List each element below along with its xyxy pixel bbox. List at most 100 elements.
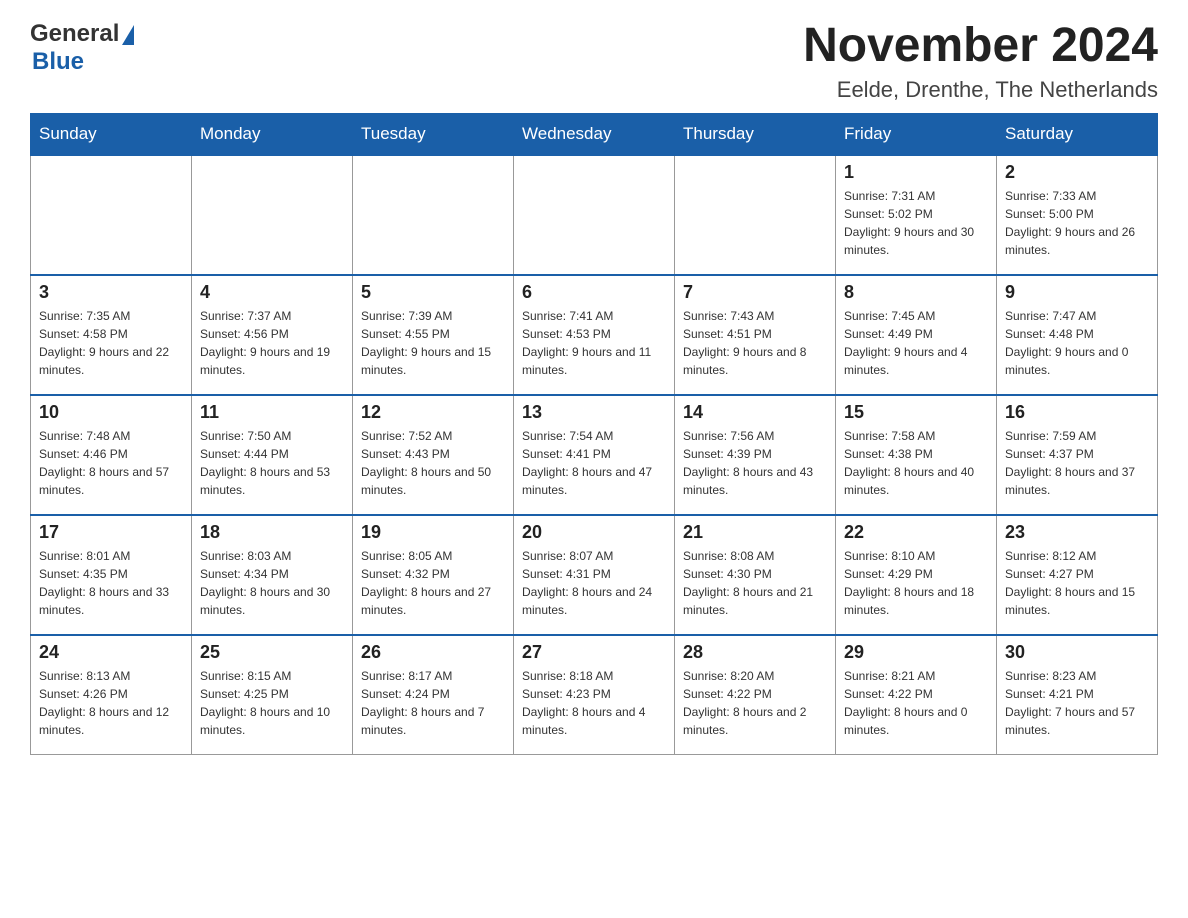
day-number: 18 [200, 522, 344, 543]
day-info: Sunrise: 8:21 AMSunset: 4:22 PMDaylight:… [844, 667, 988, 739]
weekday-header-row: SundayMondayTuesdayWednesdayThursdayFrid… [31, 113, 1158, 155]
day-cell: 26 Sunrise: 8:17 AMSunset: 4:24 PMDayligh… [353, 635, 514, 755]
day-number: 9 [1005, 282, 1149, 303]
day-info: Sunrise: 7:35 AMSunset: 4:58 PMDaylight:… [39, 307, 183, 379]
day-cell [675, 155, 836, 275]
day-cell: 3 Sunrise: 7:35 AMSunset: 4:58 PMDaylight… [31, 275, 192, 395]
week-row-3: 10 Sunrise: 7:48 AMSunset: 4:46 PMDayligh… [31, 395, 1158, 515]
day-cell: 16 Sunrise: 7:59 AMSunset: 4:37 PMDayligh… [997, 395, 1158, 515]
title-section: November 2024 Eelde, Drenthe, The Nether… [803, 20, 1158, 103]
day-cell [514, 155, 675, 275]
day-cell [192, 155, 353, 275]
day-cell: 13 Sunrise: 7:54 AMSunset: 4:41 PMDayligh… [514, 395, 675, 515]
day-number: 22 [844, 522, 988, 543]
day-info: Sunrise: 8:20 AMSunset: 4:22 PMDaylight:… [683, 667, 827, 739]
day-cell: 27 Sunrise: 8:18 AMSunset: 4:23 PMDayligh… [514, 635, 675, 755]
day-cell: 9 Sunrise: 7:47 AMSunset: 4:48 PMDaylight… [997, 275, 1158, 395]
day-cell: 21 Sunrise: 8:08 AMSunset: 4:30 PMDayligh… [675, 515, 836, 635]
day-number: 24 [39, 642, 183, 663]
day-info: Sunrise: 7:50 AMSunset: 4:44 PMDaylight:… [200, 427, 344, 499]
day-cell: 7 Sunrise: 7:43 AMSunset: 4:51 PMDaylight… [675, 275, 836, 395]
day-cell: 5 Sunrise: 7:39 AMSunset: 4:55 PMDaylight… [353, 275, 514, 395]
day-info: Sunrise: 8:23 AMSunset: 4:21 PMDaylight:… [1005, 667, 1149, 739]
day-cell [31, 155, 192, 275]
day-number: 7 [683, 282, 827, 303]
day-number: 14 [683, 402, 827, 423]
day-number: 5 [361, 282, 505, 303]
day-info: Sunrise: 7:59 AMSunset: 4:37 PMDaylight:… [1005, 427, 1149, 499]
day-cell: 8 Sunrise: 7:45 AMSunset: 4:49 PMDaylight… [836, 275, 997, 395]
day-cell: 28 Sunrise: 8:20 AMSunset: 4:22 PMDayligh… [675, 635, 836, 755]
day-info: Sunrise: 7:56 AMSunset: 4:39 PMDaylight:… [683, 427, 827, 499]
day-number: 21 [683, 522, 827, 543]
day-number: 17 [39, 522, 183, 543]
day-number: 19 [361, 522, 505, 543]
weekday-header-wednesday: Wednesday [514, 113, 675, 155]
day-info: Sunrise: 7:37 AMSunset: 4:56 PMDaylight:… [200, 307, 344, 379]
day-info: Sunrise: 7:43 AMSunset: 4:51 PMDaylight:… [683, 307, 827, 379]
day-cell: 15 Sunrise: 7:58 AMSunset: 4:38 PMDayligh… [836, 395, 997, 515]
day-cell: 20Sunrise: 8:07 AMSunset: 4:31 PMDayligh… [514, 515, 675, 635]
day-number: 13 [522, 402, 666, 423]
day-info: Sunrise: 7:58 AMSunset: 4:38 PMDaylight:… [844, 427, 988, 499]
day-cell: 19Sunrise: 8:05 AMSunset: 4:32 PMDayligh… [353, 515, 514, 635]
calendar-title: November 2024 [803, 20, 1158, 73]
day-number: 3 [39, 282, 183, 303]
logo: General Blue [30, 20, 134, 76]
day-cell: 30 Sunrise: 8:23 AMSunset: 4:21 PMDayligh… [997, 635, 1158, 755]
calendar-table: SundayMondayTuesdayWednesdayThursdayFrid… [30, 113, 1158, 756]
day-info: Sunrise: 8:03 AMSunset: 4:34 PMDaylight:… [200, 547, 344, 619]
weekday-header-friday: Friday [836, 113, 997, 155]
day-number: 15 [844, 402, 988, 423]
day-info: Sunrise: 8:13 AMSunset: 4:26 PMDaylight:… [39, 667, 183, 739]
day-number: 8 [844, 282, 988, 303]
weekday-header-monday: Monday [192, 113, 353, 155]
day-number: 26 [361, 642, 505, 663]
day-number: 11 [200, 402, 344, 423]
calendar-subtitle: Eelde, Drenthe, The Netherlands [803, 77, 1158, 103]
day-number: 25 [200, 642, 344, 663]
week-row-4: 17 Sunrise: 8:01 AMSunset: 4:35 PMDayligh… [31, 515, 1158, 635]
weekday-header-thursday: Thursday [675, 113, 836, 155]
day-cell: 29 Sunrise: 8:21 AMSunset: 4:22 PMDayligh… [836, 635, 997, 755]
weekday-header-sunday: Sunday [31, 113, 192, 155]
day-cell: 12Sunrise: 7:52 AMSunset: 4:43 PMDayligh… [353, 395, 514, 515]
week-row-2: 3 Sunrise: 7:35 AMSunset: 4:58 PMDaylight… [31, 275, 1158, 395]
weekday-header-saturday: Saturday [997, 113, 1158, 155]
day-cell: 25Sunrise: 8:15 AMSunset: 4:25 PMDayligh… [192, 635, 353, 755]
day-number: 29 [844, 642, 988, 663]
day-cell [353, 155, 514, 275]
day-cell: 1 Sunrise: 7:31 AMSunset: 5:02 PMDaylight… [836, 155, 997, 275]
day-info: Sunrise: 7:39 AMSunset: 4:55 PMDaylight:… [361, 307, 505, 379]
day-info: Sunrise: 8:18 AMSunset: 4:23 PMDaylight:… [522, 667, 666, 739]
day-number: 27 [522, 642, 666, 663]
day-cell: 24 Sunrise: 8:13 AMSunset: 4:26 PMDayligh… [31, 635, 192, 755]
day-cell: 14 Sunrise: 7:56 AMSunset: 4:39 PMDayligh… [675, 395, 836, 515]
day-number: 16 [1005, 402, 1149, 423]
weekday-header-tuesday: Tuesday [353, 113, 514, 155]
day-info: Sunrise: 7:45 AMSunset: 4:49 PMDaylight:… [844, 307, 988, 379]
day-number: 1 [844, 162, 988, 183]
day-number: 30 [1005, 642, 1149, 663]
day-info: Sunrise: 7:54 AMSunset: 4:41 PMDaylight:… [522, 427, 666, 499]
day-cell: 18 Sunrise: 8:03 AMSunset: 4:34 PMDayligh… [192, 515, 353, 635]
day-cell: 4Sunrise: 7:37 AMSunset: 4:56 PMDaylight… [192, 275, 353, 395]
day-info: Sunrise: 8:17 AMSunset: 4:24 PMDaylight:… [361, 667, 505, 739]
week-row-1: 1 Sunrise: 7:31 AMSunset: 5:02 PMDaylight… [31, 155, 1158, 275]
day-number: 10 [39, 402, 183, 423]
day-info: Sunrise: 8:01 AMSunset: 4:35 PMDaylight:… [39, 547, 183, 619]
day-number: 2 [1005, 162, 1149, 183]
week-row-5: 24 Sunrise: 8:13 AMSunset: 4:26 PMDayligh… [31, 635, 1158, 755]
page-header: General Blue November 2024 Eelde, Drenth… [30, 20, 1158, 103]
day-cell: 2Sunrise: 7:33 AMSunset: 5:00 PMDaylight… [997, 155, 1158, 275]
day-info: Sunrise: 7:31 AMSunset: 5:02 PMDaylight:… [844, 187, 988, 259]
day-number: 23 [1005, 522, 1149, 543]
day-info: Sunrise: 7:52 AMSunset: 4:43 PMDaylight:… [361, 427, 505, 499]
day-info: Sunrise: 8:08 AMSunset: 4:30 PMDaylight:… [683, 547, 827, 619]
day-cell: 17 Sunrise: 8:01 AMSunset: 4:35 PMDayligh… [31, 515, 192, 635]
day-cell: 23Sunrise: 8:12 AMSunset: 4:27 PMDayligh… [997, 515, 1158, 635]
day-number: 28 [683, 642, 827, 663]
day-info: Sunrise: 7:48 AMSunset: 4:46 PMDaylight:… [39, 427, 183, 499]
day-info: Sunrise: 7:47 AMSunset: 4:48 PMDaylight:… [1005, 307, 1149, 379]
day-info: Sunrise: 8:10 AMSunset: 4:29 PMDaylight:… [844, 547, 988, 619]
